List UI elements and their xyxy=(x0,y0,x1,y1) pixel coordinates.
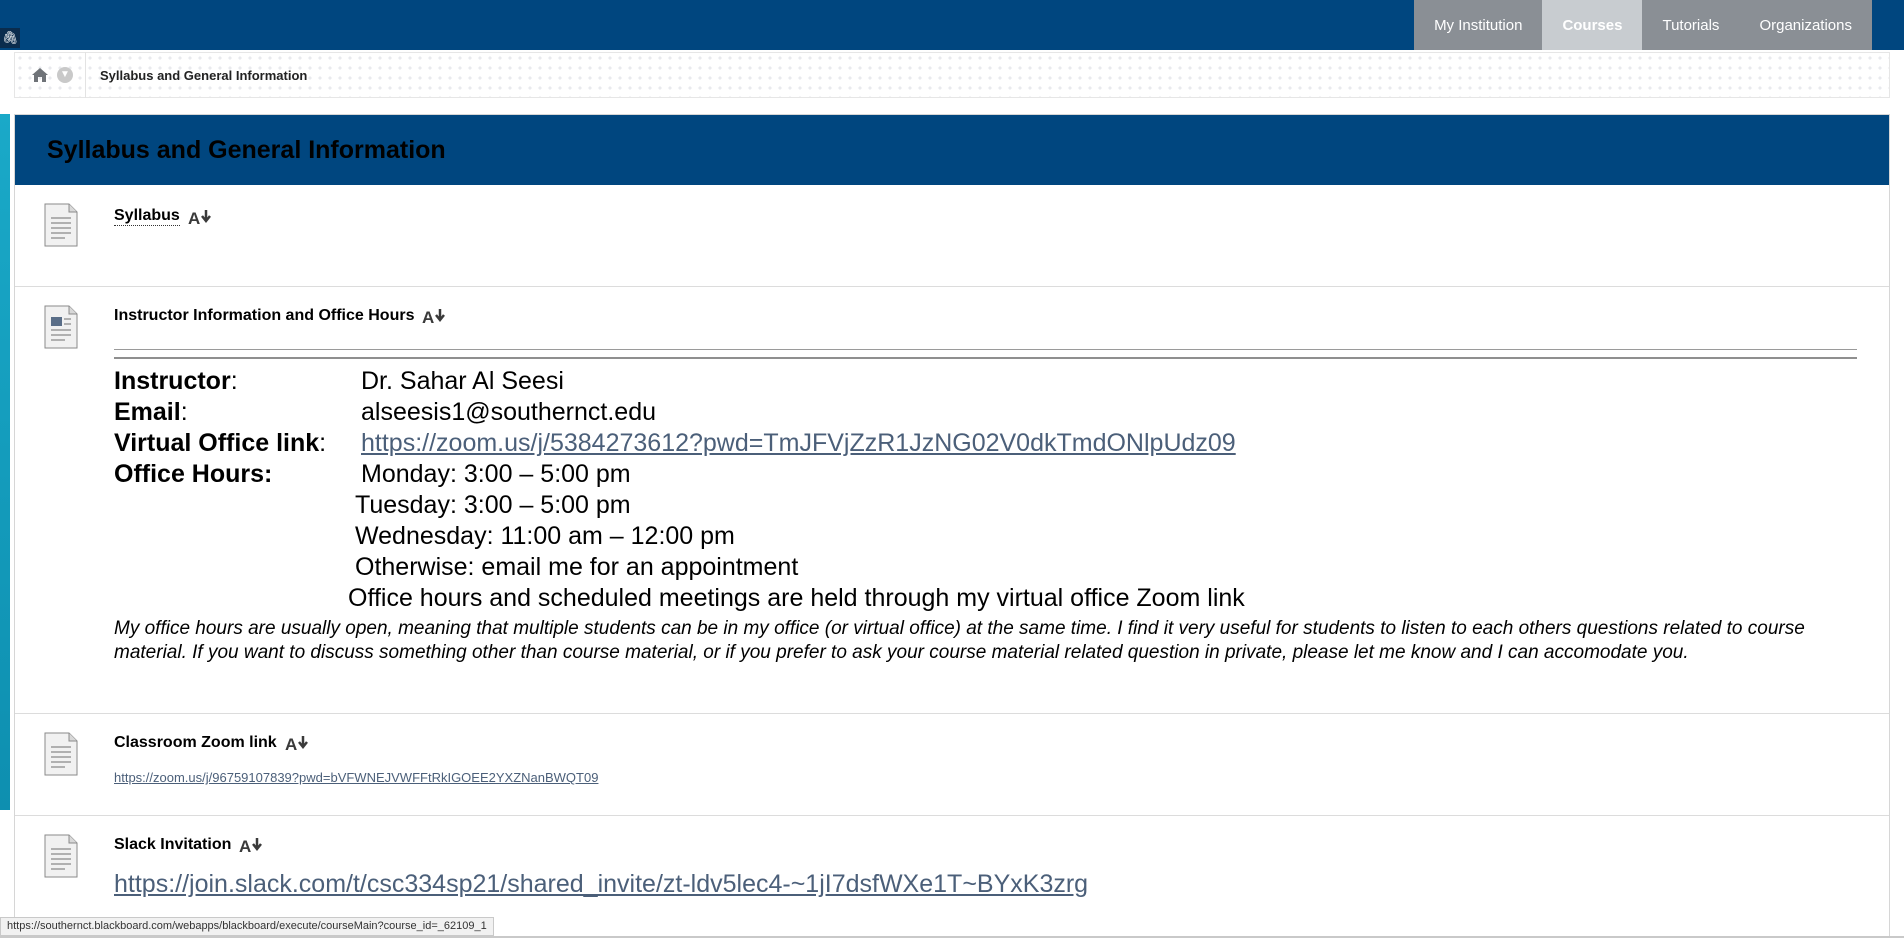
tab-tutorials[interactable]: Tutorials xyxy=(1642,0,1740,50)
main-nav-tabs: My Institution Courses Tutorials Organiz… xyxy=(1414,0,1872,50)
list-item-classroom-zoom: Classroom Zoom link A https://zoom.us/j/… xyxy=(15,714,1889,816)
item-title[interactable]: Classroom Zoom link xyxy=(114,734,277,752)
chevron-down-icon[interactable]: ▼ xyxy=(57,67,73,83)
alternative-formats-icon[interactable]: A xyxy=(285,734,311,752)
content-area: Syllabus and General Information Syllabu… xyxy=(14,114,1890,938)
document-icon xyxy=(44,305,78,349)
classroom-zoom-link[interactable]: https://zoom.us/j/96759107839?pwd=bVFWNE… xyxy=(114,770,598,785)
alternative-formats-icon[interactable]: A xyxy=(422,307,448,325)
tab-organizations[interactable]: Organizations xyxy=(1739,0,1872,50)
horizontal-rule xyxy=(114,349,1857,359)
virtual-office-label: Virtual Office link xyxy=(114,429,320,457)
document-icon xyxy=(44,834,78,878)
svg-text:A: A xyxy=(188,209,200,226)
pin-icon[interactable]: 🖇 xyxy=(0,28,20,48)
alternative-formats-icon[interactable]: A xyxy=(239,836,265,854)
list-item-syllabus: Syllabus A xyxy=(15,185,1889,287)
hours-monday: Monday: 3:00 – 5:00 pm xyxy=(361,460,631,488)
alternative-formats-icon[interactable]: A xyxy=(188,208,214,226)
email-value: alseesis1@southernct.edu xyxy=(361,398,656,426)
document-icon xyxy=(44,203,78,247)
office-hours-note: My office hours are usually open, meanin… xyxy=(114,618,1805,663)
virtual-office-row: Virtual Office link: https://zoom.us/j/5… xyxy=(114,429,1236,458)
breadcrumb-current: Syllabus and General Information xyxy=(100,67,308,83)
office-hours-label: Office Hours: xyxy=(114,460,273,488)
item-title[interactable]: Instructor Information and Office Hours xyxy=(114,307,414,325)
status-bar-url: https://southernct.blackboard.com/webapp… xyxy=(0,917,494,936)
item-title-row: Classroom Zoom link A xyxy=(114,734,311,752)
svg-text:A: A xyxy=(285,735,297,752)
office-hours-row: Office Hours: Monday: 3:00 – 5:00 pm xyxy=(114,460,631,489)
divider xyxy=(85,52,86,98)
instructor-name: Dr. Sahar Al Seesi xyxy=(361,367,564,395)
svg-text:A: A xyxy=(422,308,434,325)
hours-tuesday: Tuesday: 3:00 – 5:00 pm xyxy=(355,491,631,519)
hours-wednesday: Wednesday: 11:00 am – 12:00 pm xyxy=(355,522,735,550)
item-title-row: Slack Invitation A xyxy=(114,836,265,854)
home-icon[interactable] xyxy=(27,62,53,88)
hours-zoom-note: Office hours and scheduled meetings are … xyxy=(348,584,1245,612)
top-header: 🖇 My Institution Courses Tutorials Organ… xyxy=(0,0,1904,50)
email-row: Email: alseesis1@southernct.edu xyxy=(114,398,656,426)
svg-text:A: A xyxy=(239,837,251,854)
breadcrumb: ▼ Syllabus and General Information xyxy=(14,52,1890,98)
course-menu-toggle[interactable] xyxy=(0,114,10,810)
item-title-row: Instructor Information and Office Hours … xyxy=(114,307,448,325)
tab-courses[interactable]: Courses xyxy=(1542,0,1643,50)
page-header: Syllabus and General Information xyxy=(15,115,1889,185)
list-item-slack: Slack Invitation A https://join.slack.co… xyxy=(15,816,1889,926)
item-title-row: Syllabus A xyxy=(114,207,214,226)
email-label: Email xyxy=(114,398,181,426)
syllabus-link[interactable]: Syllabus xyxy=(114,207,180,226)
instructor-label: Instructor xyxy=(114,367,231,395)
hours-otherwise: Otherwise: email me for an appointment xyxy=(355,553,799,581)
page-title: Syllabus and General Information xyxy=(47,135,446,164)
document-icon xyxy=(44,732,78,776)
instructor-row: Instructor: Dr. Sahar Al Seesi xyxy=(114,367,564,395)
tab-my-institution[interactable]: My Institution xyxy=(1414,0,1543,50)
list-item-instructor-info: Instructor Information and Office Hours … xyxy=(15,287,1889,714)
virtual-office-link[interactable]: https://zoom.us/j/5384273612?pwd=TmJFVjZ… xyxy=(361,429,1236,458)
item-title[interactable]: Slack Invitation xyxy=(114,836,231,854)
slack-invite-link[interactable]: https://join.slack.com/t/csc334sp21/shar… xyxy=(114,870,1088,899)
